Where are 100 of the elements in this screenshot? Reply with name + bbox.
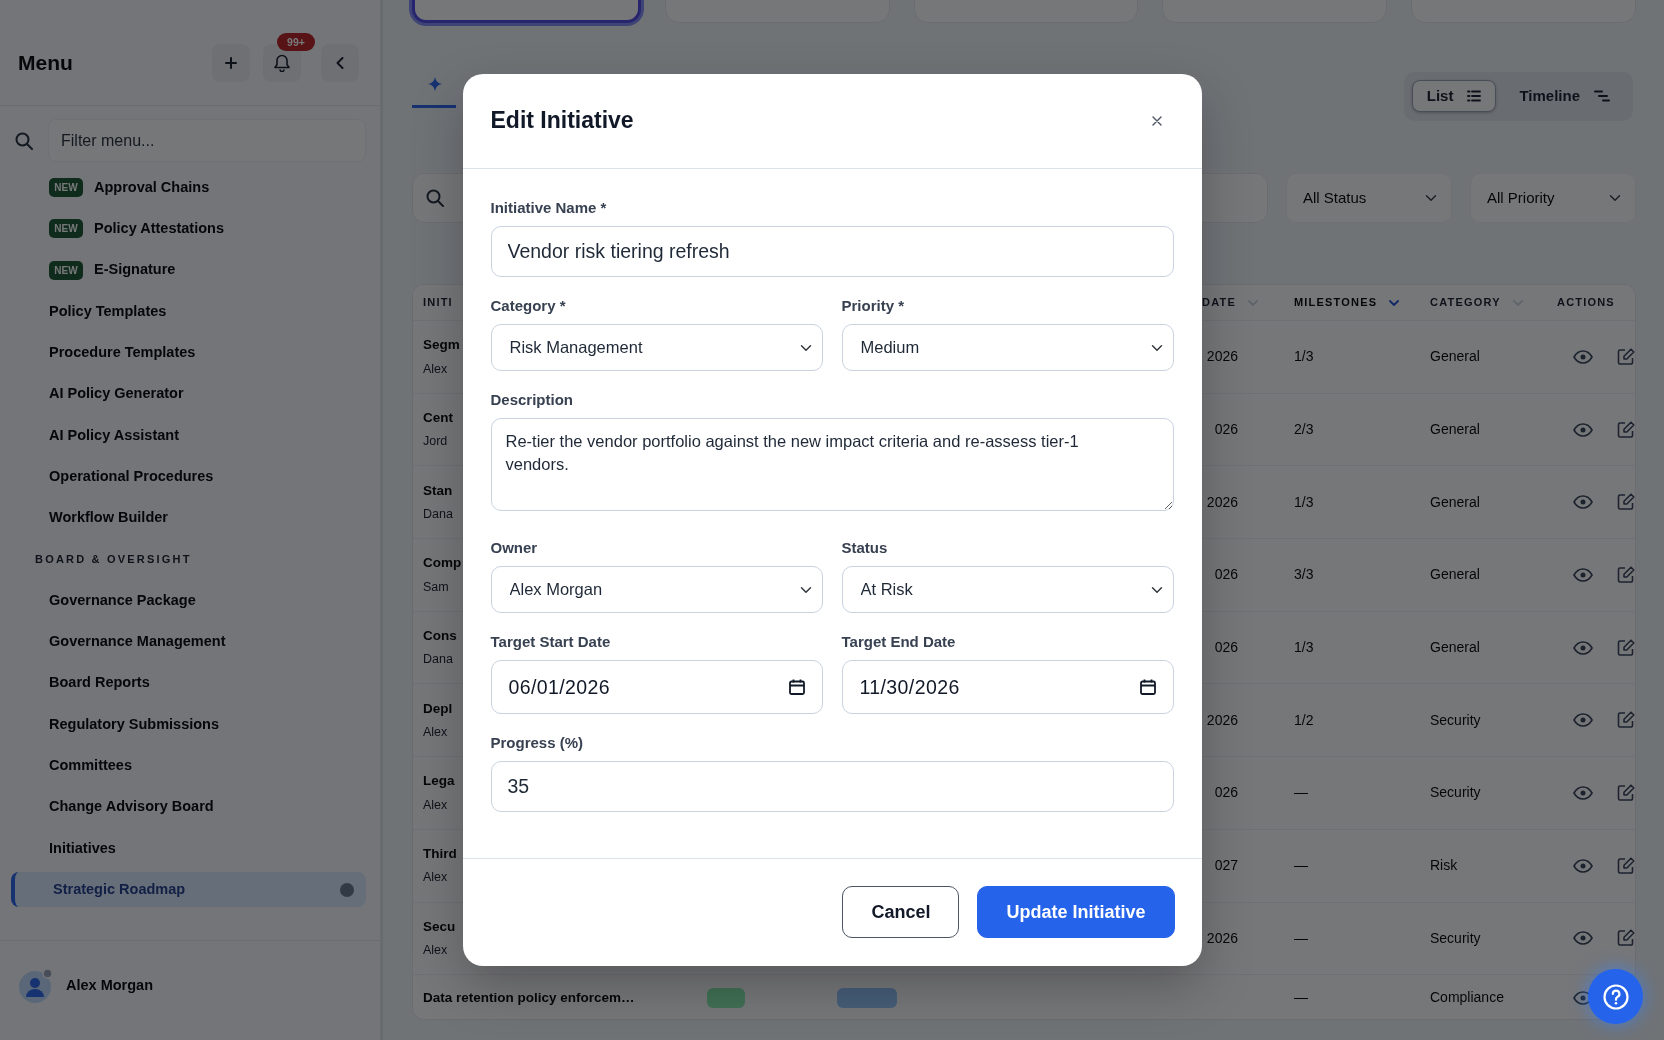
sidebar-item[interactable]: Operational Procedures	[0, 456, 380, 498]
list-view-button[interactable]: List	[1411, 80, 1497, 112]
calendar-icon	[788, 679, 805, 695]
end-date: 026	[1213, 420, 1238, 440]
collapse-button[interactable]	[321, 43, 359, 82]
owner-name: Alex	[423, 942, 448, 960]
sidebar-item[interactable]: AI Policy Assistant	[0, 414, 380, 457]
eye-icon[interactable]	[1573, 349, 1593, 364]
initiative-title: Cons	[423, 627, 457, 646]
sidebar-item[interactable]: Change Advisory Board	[0, 786, 380, 828]
chevron-left-icon	[336, 56, 344, 69]
new-badge: NEW	[49, 178, 83, 198]
eye-icon[interactable]	[1573, 640, 1593, 655]
column-header[interactable]: INITI	[423, 294, 453, 311]
edit-icon[interactable]	[1617, 420, 1635, 439]
bell-icon	[274, 53, 290, 72]
sidebar-item[interactable]: Committees	[0, 745, 380, 787]
sidebar-item[interactable]: Procedure Templates	[0, 332, 380, 374]
cancel-button[interactable]: Cancel	[842, 886, 960, 938]
field-label: Initiative Name *	[490, 199, 608, 217]
edit-icon[interactable]	[1617, 856, 1635, 875]
category-label: General	[1430, 492, 1480, 512]
column-header[interactable]: MILESTONES	[1294, 294, 1378, 311]
sidebar-item[interactable]: Strategic Roadmap	[11, 872, 366, 908]
sidebar-item[interactable]: Initiatives	[0, 827, 380, 870]
gantt-icon	[1594, 90, 1610, 102]
timeline-view-button[interactable]: Timeline	[1504, 80, 1625, 112]
initiative-title: Segm	[423, 336, 460, 355]
sidebar-item[interactable]: Workflow Builder	[0, 497, 380, 539]
search-icon	[426, 189, 444, 207]
date-field[interactable]: 11/30/2026	[841, 660, 1174, 714]
number-input[interactable]: 35	[490, 761, 1174, 812]
sidebar-item[interactable]: NEW Policy Attestations	[0, 208, 380, 250]
column-header[interactable]: ACTIONS	[1557, 294, 1615, 311]
edit-icon[interactable]	[1617, 929, 1635, 948]
date-field[interactable]: 06/01/2026	[490, 660, 823, 714]
edit-icon[interactable]	[1617, 638, 1635, 657]
calendar-icon	[1139, 679, 1156, 695]
owner-name: Dana	[423, 651, 453, 669]
field-label: Status	[841, 539, 889, 557]
dropdown-select[interactable]: Alex Morgan	[490, 566, 823, 613]
eye-icon[interactable]	[1573, 495, 1593, 510]
sidebar-item[interactable]: NEW E-Signature	[0, 249, 380, 291]
sidebar-item[interactable]: AI Policy Generator	[0, 373, 380, 415]
edit-icon[interactable]	[1617, 783, 1635, 802]
text-input[interactable]: Vendor risk tiering refresh	[490, 226, 1174, 277]
category-label: General	[1430, 420, 1480, 440]
dropdown-select[interactable]: At Risk	[841, 566, 1174, 613]
dropdown-select[interactable]: Risk Management	[490, 324, 823, 371]
category-label: Risk	[1430, 856, 1458, 876]
owner-name: Dana	[423, 505, 453, 523]
text-area[interactable]: Re-tier the vendor portfolio against the new impact criteria and re-assess tier-1 vendors.	[490, 418, 1174, 511]
edit-icon[interactable]	[1617, 711, 1635, 730]
edit-icon[interactable]	[1617, 565, 1635, 584]
edit-icon[interactable]	[1617, 493, 1635, 512]
category-label: General	[1430, 565, 1480, 585]
edit-icon[interactable]	[1617, 347, 1635, 366]
filter-select[interactable]: All Status	[1286, 173, 1452, 223]
eye-icon[interactable]	[1573, 567, 1593, 582]
column-header[interactable]: DATE	[1202, 294, 1236, 311]
eye-icon[interactable]	[1573, 931, 1593, 946]
column-header[interactable]: CATEGORY	[1430, 294, 1501, 311]
filter-select[interactable]: All Priority	[1470, 173, 1636, 223]
list-icon	[1467, 90, 1482, 102]
help-icon	[1602, 983, 1629, 1010]
owner-name: Sam	[423, 578, 449, 596]
initiative-title: Depl	[423, 699, 453, 718]
milestone-count: —	[1294, 988, 1308, 1008]
search-icon	[15, 131, 33, 150]
initiative-title: Cent	[423, 409, 453, 428]
dialog-title: Edit Initiative	[490, 107, 634, 135]
status-tag	[837, 987, 897, 1008]
eye-icon[interactable]	[1573, 858, 1593, 873]
eye-icon[interactable]	[1573, 785, 1593, 800]
sidebar-item[interactable]: NEW Approval Chains	[0, 167, 380, 209]
end-date: 2026	[1205, 710, 1238, 730]
end-date: 026	[1213, 638, 1238, 658]
add-button[interactable]	[212, 43, 250, 82]
field-label: Priority *	[841, 297, 906, 315]
eye-icon[interactable]	[1573, 713, 1593, 728]
user-name: Alex Morgan	[66, 975, 153, 995]
filter-input[interactable]: Filter menu...	[48, 119, 366, 162]
category-label: Compliance	[1430, 988, 1504, 1008]
sidebar-item[interactable]: Policy Templates	[0, 290, 380, 333]
eye-icon[interactable]	[1573, 422, 1593, 437]
milestone-count: 1/3	[1294, 347, 1314, 367]
sidebar-item[interactable]: Board Reports	[0, 662, 380, 704]
submit-button[interactable]: Update Initiative	[977, 886, 1175, 938]
milestone-count: —	[1294, 856, 1308, 876]
field-label: Target Start Date	[490, 633, 612, 651]
plus-icon	[225, 56, 237, 69]
sidebar-item[interactable]: Governance Management	[0, 621, 380, 663]
sidebar-item[interactable]: Regulatory Submissions	[0, 703, 380, 746]
owner-name: Alex	[423, 869, 448, 887]
milestone-count: —	[1294, 783, 1308, 803]
milestone-count: 3/3	[1294, 565, 1314, 585]
sidebar-item[interactable]: Governance Package	[0, 579, 380, 622]
end-date: 2026	[1205, 347, 1238, 367]
end-date: 026	[1213, 783, 1238, 803]
dropdown-select[interactable]: Medium	[841, 324, 1174, 371]
